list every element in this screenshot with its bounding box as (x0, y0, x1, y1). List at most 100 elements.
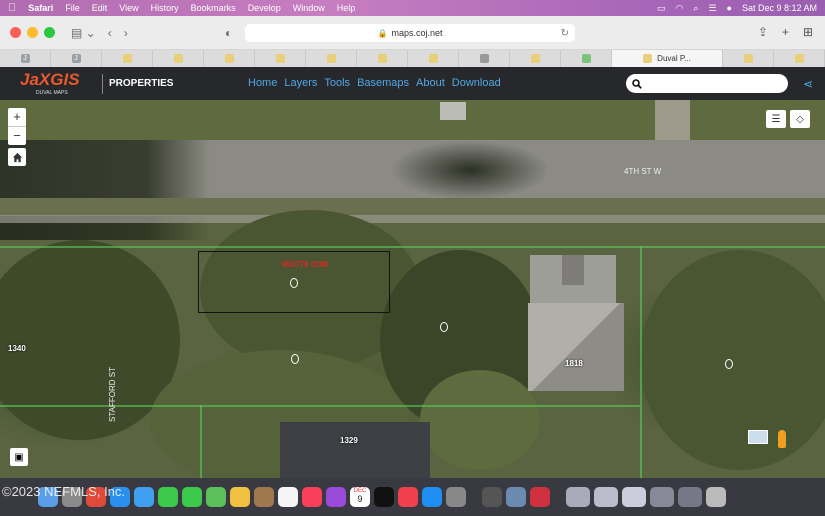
map-driveway (655, 100, 690, 140)
tab-item[interactable]: J (0, 50, 51, 67)
tab-item[interactable] (255, 50, 306, 67)
window-controls (10, 27, 55, 38)
privacy-shield-icon[interactable]: ◐ (225, 26, 232, 40)
menubar-clock[interactable]: Sat Dec 9 8:12 AM (742, 3, 817, 13)
back-icon[interactable]: ‹ (108, 26, 112, 40)
tab-item[interactable] (306, 50, 357, 67)
mail-icon[interactable] (134, 487, 154, 507)
photos-icon[interactable] (230, 487, 250, 507)
parcel-marker (290, 278, 298, 288)
nav-about[interactable]: About (416, 77, 445, 89)
tv-icon[interactable] (374, 487, 394, 507)
battery-icon[interactable]: ▭ (657, 3, 666, 14)
spotlight-icon[interactable]: ⌕ (693, 3, 698, 14)
address-bar[interactable]: 🔒 maps.coj.net ↻ (245, 24, 575, 42)
menu-view[interactable]: View (119, 3, 138, 13)
tab-active[interactable]: Duval P... (612, 50, 723, 67)
address-url: maps.coj.net (391, 28, 443, 38)
news-icon[interactable] (398, 487, 418, 507)
home-extent-button[interactable] (8, 148, 26, 166)
main-nav: Home Layers Tools Basemaps About Downloa… (248, 77, 501, 89)
share-icon[interactable]: ⇪ (758, 25, 768, 39)
map-lot-line (0, 246, 825, 248)
streetview-thumbnail[interactable] (748, 430, 768, 444)
minimized-window-icon[interactable] (566, 487, 590, 507)
minimized-window-icon[interactable] (594, 487, 618, 507)
menu-window[interactable]: Window (293, 3, 325, 13)
tab-item[interactable] (408, 50, 459, 67)
system-settings-icon[interactable] (446, 487, 466, 507)
layer-list-button[interactable]: ☰ (766, 110, 786, 128)
menu-app-name[interactable]: Safari (28, 3, 53, 13)
tab-item[interactable] (153, 50, 204, 67)
tab-item[interactable] (774, 50, 825, 67)
tab-overview-icon[interactable]: ⊞ (803, 25, 813, 39)
reload-icon[interactable]: ↻ (561, 28, 569, 39)
nav-tools[interactable]: Tools (324, 77, 350, 89)
tab-item[interactable] (561, 50, 612, 67)
zoom-window-button[interactable] (44, 27, 55, 38)
jaxgis-logo[interactable]: JaXGIS DUVAL MAPS (18, 67, 102, 100)
menu-file[interactable]: File (65, 3, 80, 13)
new-tab-icon[interactable]: + (782, 25, 789, 39)
minimized-window-icon[interactable] (622, 487, 646, 507)
music-icon[interactable] (302, 487, 322, 507)
macos-menubar:  Safari File Edit View History Bookmark… (0, 0, 825, 16)
menu-edit[interactable]: Edit (92, 3, 108, 13)
zoom-in-button[interactable]: + (8, 108, 26, 126)
menu-develop[interactable]: Develop (248, 3, 281, 13)
tab-item[interactable] (459, 50, 510, 67)
forward-icon[interactable]: › (124, 26, 128, 40)
app-icon[interactable] (530, 487, 550, 507)
siri-icon[interactable]: ● (727, 3, 732, 13)
zoom-out-button[interactable]: − (8, 127, 26, 145)
calendar-icon[interactable]: DEC 9 (350, 487, 370, 507)
nav-download[interactable]: Download (452, 77, 501, 89)
nav-basemaps[interactable]: Basemaps (357, 77, 409, 89)
share-network-icon[interactable]: ⋖ (803, 77, 813, 91)
nav-home[interactable]: Home (248, 77, 277, 89)
apple-icon[interactable]:  (8, 2, 16, 14)
logo-text: JaXGIS (20, 70, 80, 89)
menu-bookmarks[interactable]: Bookmarks (191, 3, 236, 13)
control-center-icon[interactable]: ☰ (708, 3, 716, 14)
trash-icon[interactable] (706, 487, 726, 507)
tab-item[interactable] (357, 50, 408, 67)
nav-layers[interactable]: Layers (284, 77, 317, 89)
podcasts-icon[interactable] (326, 487, 346, 507)
favicon-icon (581, 54, 591, 63)
eraser-icon: ◇ (796, 113, 804, 125)
pegman-icon[interactable] (778, 430, 786, 448)
app-icon[interactable] (482, 487, 502, 507)
tab-item[interactable] (204, 50, 255, 67)
minimized-window-icon[interactable] (678, 487, 702, 507)
parcel-marker (291, 354, 299, 364)
search-input[interactable] (647, 78, 777, 89)
app-icon[interactable] (506, 487, 526, 507)
aerial-map[interactable]: 050776 0100 4TH ST W STAFFORD ST 1340 18… (0, 100, 825, 478)
app-store-icon[interactable] (422, 487, 442, 507)
contacts-icon[interactable] (254, 487, 274, 507)
sidebar-icon[interactable]: ▤ ⌄ (71, 26, 96, 40)
tab-item[interactable] (510, 50, 561, 67)
lock-icon: 🔒 (377, 28, 388, 38)
minimized-window-icon[interactable] (650, 487, 674, 507)
messages-icon[interactable] (182, 487, 202, 507)
maps-icon[interactable] (206, 487, 226, 507)
map-lawn-strip (0, 100, 825, 140)
street-label: 4TH ST W (624, 167, 662, 176)
close-window-button[interactable] (10, 27, 21, 38)
wifi-icon[interactable]: ◠ (676, 3, 684, 14)
eraser-button[interactable]: ◇ (790, 110, 810, 128)
menu-history[interactable]: History (151, 3, 179, 13)
basemap-toggle-button[interactable]: ▣ (10, 448, 28, 466)
minimize-window-button[interactable] (27, 27, 38, 38)
tab-item[interactable]: J (51, 50, 102, 67)
menu-help[interactable]: Help (337, 3, 356, 13)
tab-item[interactable] (723, 50, 774, 67)
reminders-icon[interactable] (278, 487, 298, 507)
search-icon[interactable] (632, 78, 642, 89)
facetime-icon[interactable] (158, 487, 178, 507)
favicon-icon (275, 54, 285, 63)
tab-item[interactable] (102, 50, 153, 67)
